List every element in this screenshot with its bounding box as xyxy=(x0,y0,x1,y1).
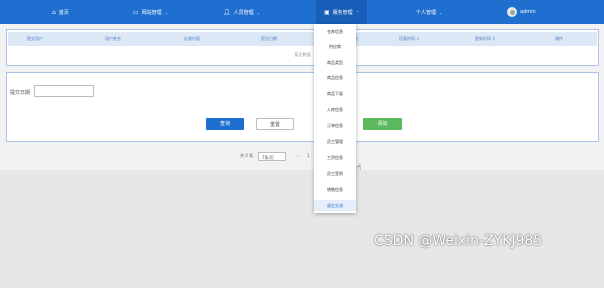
add-button[interactable]: 添加 xyxy=(363,118,402,130)
menu-item[interactable]: 工资信息 xyxy=(314,152,356,163)
footer-background xyxy=(0,170,604,288)
table-header-cell[interactable]: 回复时间 ↕ xyxy=(399,36,420,42)
nav-personal-manage-label: 个人管理 xyxy=(416,9,437,16)
menu-item[interactable]: 订单信息 xyxy=(314,120,356,131)
menu-item[interactable]: 供应商 xyxy=(314,41,356,52)
menu-item[interactable]: 商品类型 xyxy=(314,57,356,68)
user-menu[interactable]: admin xyxy=(507,0,536,24)
chevron-up-icon: ⌃ xyxy=(355,9,360,15)
hand-cursor-icon: ☝ xyxy=(356,163,362,173)
table-header-cell: 提交日期 xyxy=(261,36,277,41)
top-navbar: ⌂ 首页 ▭ 网站管理 ⌄ 👤︎ 人员管理 ⌄ ▣ 服务管理 ⌃ 个人管理 ⌄ … xyxy=(0,0,604,24)
search-panel: 提交日期 查询 重置 添加 xyxy=(6,72,599,142)
nav-business-manage[interactable]: ▣ 服务管理 ⌃ xyxy=(316,0,368,24)
page-size-value: 7条/页 xyxy=(262,155,274,160)
avatar xyxy=(507,7,517,17)
menu-item[interactable]: 入库信息 xyxy=(314,104,356,115)
query-button[interactable]: 查询 xyxy=(206,118,244,130)
table-header-cell[interactable]: 更新时间 ↕ xyxy=(475,36,496,42)
home-icon: ⌂ xyxy=(52,8,56,16)
table-header-cell: 反馈内容 xyxy=(184,36,200,41)
menu-item[interactable]: 商品信息 xyxy=(314,72,356,83)
date-input[interactable] xyxy=(34,85,94,97)
date-label: 提交日期 xyxy=(10,90,31,96)
username: admin xyxy=(520,9,536,15)
menu-item[interactable]: 仓库信息 xyxy=(314,26,356,37)
nav-home[interactable]: ⌂ 首页 xyxy=(52,0,69,24)
business-dropdown-menu: 仓库信息 供应商 商品类型 商品信息 商品下架 入库信息 订单信息 员工管理 工… xyxy=(314,24,356,213)
table-header: 提交用户 用户姓名 反馈内容 提交日期 审核状态 回复时间 ↕ 更新时间 ↕ 操… xyxy=(8,32,597,46)
monitor-icon: ▭ xyxy=(133,8,139,16)
nav-personal-manage[interactable]: 个人管理 ⌄ xyxy=(416,0,442,24)
table-header-cell: 用户姓名 xyxy=(105,36,121,41)
nav-site-manage[interactable]: ▭ 网站管理 ⌄ xyxy=(133,0,168,24)
user-icon: 👤︎ xyxy=(223,8,231,16)
chevron-down-icon: ⌄ xyxy=(256,9,260,15)
nav-staff-manage-label: 人员管理 xyxy=(233,9,254,16)
chevron-down-icon: ⌄ xyxy=(164,9,169,15)
data-table: 提交用户 用户姓名 反馈内容 提交日期 审核状态 回复时间 ↕ 更新时间 ↕ 操… xyxy=(6,29,599,66)
menu-item[interactable]: 员工签到 xyxy=(314,168,356,179)
page-size-select[interactable]: 7条/页 xyxy=(258,152,286,161)
nav-business-manage-label: 服务管理 xyxy=(332,9,353,16)
page-number[interactable]: 1 xyxy=(307,153,310,162)
menu-item[interactable]: 员工管理 xyxy=(314,136,356,147)
nav-site-manage-label: 网站管理 xyxy=(141,9,162,16)
nav-home-label: 首页 xyxy=(58,9,69,16)
reset-button[interactable]: 重置 xyxy=(256,118,294,130)
menu-item[interactable]: 留言交流 xyxy=(314,200,356,211)
menu-item[interactable]: 销售信息 xyxy=(314,184,356,195)
pagination-total: 共 0 条 xyxy=(240,153,254,158)
table-header-cell: 操作 xyxy=(555,36,563,41)
watermark: CSDN @Weixin-ZYKJ985 xyxy=(374,233,543,249)
nav-staff-manage[interactable]: 👤︎ 人员管理 ⌄ xyxy=(223,0,260,24)
chevron-down-icon: ⌄ xyxy=(439,9,443,15)
clipboard-icon: ▣ xyxy=(324,8,330,16)
empty-table-text: 暂无数据 xyxy=(294,52,311,57)
table-header-cell: 提交用户 xyxy=(27,36,43,41)
menu-item[interactable]: 商品下架 xyxy=(314,88,356,99)
prev-page-icon[interactable]: ‹ xyxy=(297,153,299,162)
